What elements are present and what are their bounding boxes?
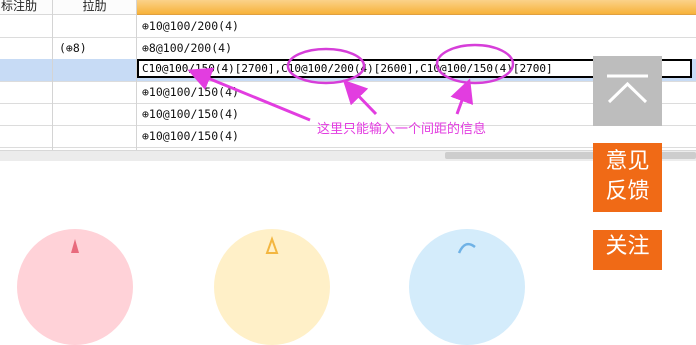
- blue-circle-icon[interactable]: [409, 229, 525, 345]
- arrow: [342, 79, 378, 116]
- star-icon: [265, 236, 279, 254]
- back-to-top-button[interactable]: [593, 56, 662, 126]
- arrow: [187, 67, 311, 122]
- annotation-text: 这里只能输入一个间距的信息: [317, 122, 487, 137]
- link-icon: [457, 242, 476, 254]
- feedback-label-line2: 反馈: [605, 179, 650, 204]
- feedback-button[interactable]: 意见 反馈: [593, 143, 662, 212]
- yellow-circle-icon[interactable]: [214, 229, 330, 345]
- follow-label: 关注: [605, 234, 650, 259]
- feedback-label-line1: 意见: [605, 149, 650, 174]
- follow-button[interactable]: 关注: [593, 230, 662, 270]
- highlight-ellipse: [286, 47, 366, 85]
- chevron-up-icon: [607, 74, 648, 104]
- highlight-ellipse: [435, 43, 515, 85]
- star-icon: [71, 239, 79, 253]
- arrow: [450, 78, 474, 115]
- pink-circle-icon[interactable]: [17, 229, 133, 345]
